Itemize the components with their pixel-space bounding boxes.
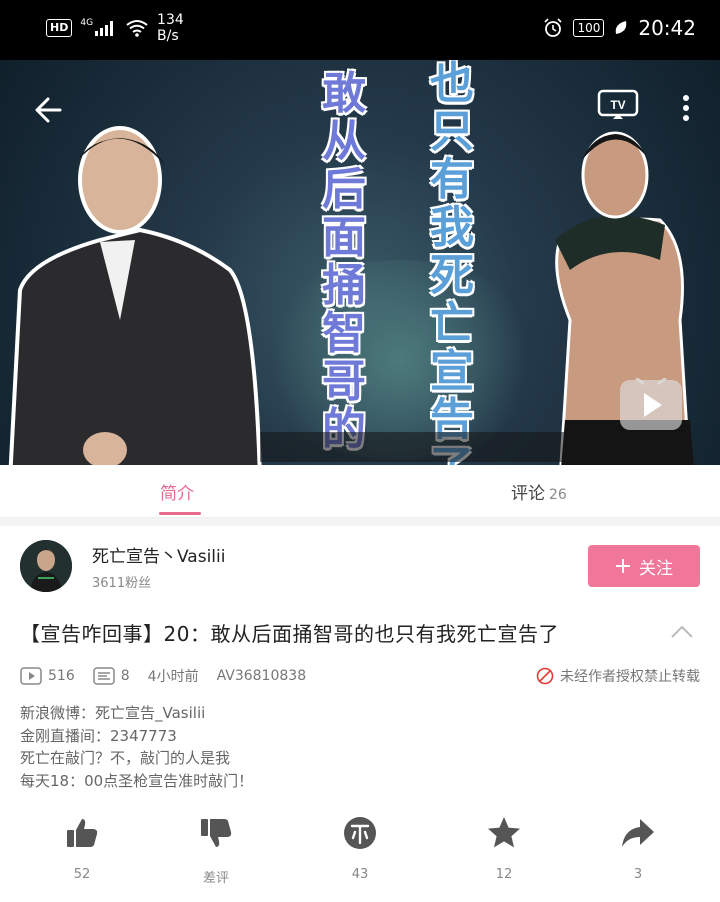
- status-right: 100 20:42: [543, 16, 696, 40]
- description-line: 死亡在敲门？不，敲门的人是我: [20, 749, 231, 767]
- like-count: 52: [73, 867, 91, 882]
- caption-char: 哥: [322, 356, 366, 407]
- video-background-glow: [250, 260, 550, 460]
- follow-label: 关注: [639, 558, 673, 579]
- more-options-icon[interactable]: [676, 88, 696, 128]
- repost-notice-text: 未经作者授权禁止转载: [560, 669, 700, 685]
- description-line: 新浪微博：死亡宣告_Vasilii: [20, 704, 206, 722]
- caption-char: 只: [430, 106, 474, 157]
- network-type: 4G: [80, 18, 94, 28]
- caption-char: 后: [322, 164, 366, 215]
- tv-icon: TV: [597, 89, 639, 119]
- chevron-up-icon[interactable]: [670, 624, 694, 640]
- battery-level: 100: [573, 19, 605, 37]
- clock: 20:42: [638, 16, 696, 40]
- net-speed-value: 134: [157, 12, 184, 28]
- description-line: 每天18：00点圣枪宣告准时敲门！: [20, 771, 254, 790]
- video-description: 新浪微博：死亡宣告_Vasilii 金刚直播间：2347773 死亡在敲门？不，…: [20, 702, 253, 792]
- caption-char: 死: [430, 250, 474, 301]
- caption-char: 面: [322, 212, 366, 263]
- star-icon: [488, 817, 520, 848]
- caption-char: 我: [430, 202, 474, 253]
- video-caption-left: 敢 从 后 面 捅 智 哥 的: [316, 70, 372, 454]
- net-speed: 134 B/s: [157, 12, 184, 44]
- net-speed-unit: B/s: [157, 28, 179, 44]
- video-caption-right: 也 只 有 我 死 亡 宣 告 了: [424, 60, 480, 465]
- leaf-icon: [616, 21, 627, 34]
- thumbs-up-icon: [67, 819, 98, 847]
- share-arrow-icon: [622, 819, 654, 847]
- play-count-value: 516: [48, 668, 75, 684]
- repost-notice: 未经作者授权禁止转载: [536, 666, 700, 686]
- hd-badge: HD: [46, 19, 73, 37]
- plus-icon: [616, 559, 630, 573]
- favorite-count: 12: [495, 867, 513, 882]
- signal-icon: 4G: [80, 18, 117, 36]
- av-id: AV36810838: [216, 668, 307, 684]
- caption-char: 智: [322, 308, 366, 359]
- share-count: 3: [633, 867, 643, 882]
- content-tabs: 简介 评论 26: [0, 465, 720, 518]
- tab-comments-label: 评论: [511, 484, 545, 504]
- play-count-icon: [20, 667, 42, 685]
- dislike-button[interactable]: 差评: [176, 815, 256, 886]
- like-button[interactable]: 52: [42, 815, 122, 882]
- tab-comments[interactable]: 评论 26: [511, 479, 567, 504]
- comments-count: 26: [549, 487, 567, 503]
- tab-indicator: [159, 512, 201, 515]
- fans-count: 3611粉丝: [92, 576, 152, 591]
- danmaku-count-value: 8: [120, 668, 130, 684]
- publish-time: 4小时前: [147, 669, 199, 685]
- uploader-card: 死亡宣告丶Vasilii 3611粉丝 关注: [0, 526, 720, 608]
- status-bar: HD 4G 134 B/s 100 20:42: [0, 0, 720, 60]
- video-player[interactable]: 敢 从 后 面 捅 智 哥 的 也 只 有 我 死 亡 宣 告 了 TV: [0, 60, 720, 465]
- caption-char: 从: [322, 116, 366, 167]
- action-bar: 52 差评 43 12 3: [0, 815, 720, 895]
- uploader-name[interactable]: 死亡宣告丶Vasilii: [92, 542, 225, 567]
- coin-count: 43: [351, 867, 369, 882]
- back-arrow-icon[interactable]: [30, 90, 70, 130]
- caption-char: 也: [430, 60, 474, 109]
- tab-intro[interactable]: 简介: [160, 479, 194, 504]
- video-title: 【宣告咋回事】20：敢从后面捅智哥的也只有我死亡宣告了: [20, 622, 559, 646]
- thumbs-down-icon: [201, 819, 232, 847]
- dislike-label: 差评: [202, 871, 229, 886]
- share-button[interactable]: 3: [598, 815, 678, 882]
- coin-button[interactable]: 43: [320, 815, 400, 882]
- caption-char: 亡: [430, 298, 474, 349]
- coin-icon: [344, 817, 376, 849]
- avatar[interactable]: [20, 540, 72, 592]
- forbidden-icon: [536, 667, 554, 685]
- game-hud-strip: [260, 432, 590, 462]
- description-line: 金刚直播间：2347773: [20, 726, 177, 745]
- caption-char: 敢: [322, 68, 366, 119]
- favorite-button[interactable]: 12: [464, 815, 544, 882]
- caption-char: 捅: [322, 260, 366, 311]
- follow-button[interactable]: 关注: [588, 545, 700, 587]
- status-left: HD 4G 134 B/s: [46, 12, 184, 44]
- man-in-suit-image: [8, 126, 262, 465]
- cast-tv-button[interactable]: TV: [596, 88, 640, 122]
- danmaku-count: 8: [92, 667, 130, 685]
- danmaku-icon: [92, 667, 115, 685]
- tv-label: TV: [610, 98, 625, 112]
- play-count: 516: [20, 667, 75, 685]
- video-meta: 516 8 4小时前 AV36810838: [20, 666, 324, 686]
- section-divider: [0, 518, 720, 526]
- play-icon[interactable]: [618, 378, 684, 432]
- caption-char: 宣: [430, 346, 474, 397]
- wifi-icon: [126, 20, 148, 37]
- alarm-icon: [544, 18, 563, 37]
- caption-char: 有: [430, 154, 474, 205]
